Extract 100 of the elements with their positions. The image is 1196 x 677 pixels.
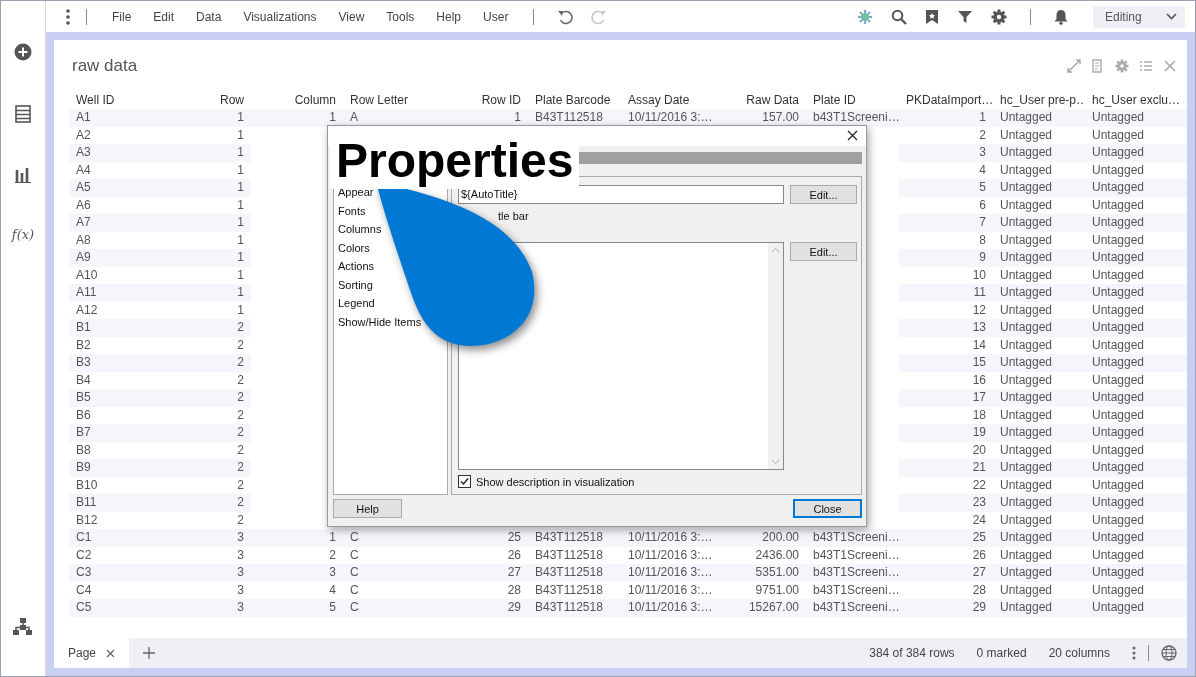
chevron-up-icon (771, 247, 780, 253)
mode-dropdown[interactable]: Editing (1093, 5, 1185, 28)
table-cell: 2 (167, 494, 251, 512)
column-header[interactable]: Plate ID (806, 91, 899, 109)
title-field[interactable]: ${AutoTitle} (458, 185, 784, 204)
checkbox[interactable] (458, 475, 471, 488)
globe-icon[interactable] (1161, 645, 1177, 661)
column-header[interactable]: PKDataImport… (899, 91, 993, 109)
add-icon[interactable] (143, 647, 156, 659)
table-cell: C1 (69, 529, 167, 547)
search-icon[interactable] (891, 8, 907, 25)
edit-button[interactable]: Edit... (790, 185, 857, 204)
table-cell: 2 (167, 389, 251, 407)
table-cell-text: A6 (75, 196, 92, 214)
table-cell: 1 (167, 109, 251, 127)
table-cell: Untagged (993, 424, 1085, 442)
help-button[interactable]: Help (333, 499, 402, 518)
table-cell-text: 1 (236, 301, 245, 319)
page-tab[interactable]: Page (54, 638, 130, 668)
table-cell: B1 (69, 319, 167, 337)
column-header[interactable]: Raw Data (713, 91, 806, 109)
column-header[interactable]: Column (251, 91, 343, 109)
close-button[interactable]: Close (793, 499, 862, 518)
table-cell-text: 26 (971, 546, 987, 564)
undo-icon[interactable] (557, 8, 574, 25)
table-cell-text: 4 (328, 581, 337, 599)
table-cell-text: Untagged (999, 476, 1054, 494)
table-cell: C3 (69, 564, 167, 582)
menu-item[interactable]: File (103, 9, 141, 24)
table-cell: Untagged (1085, 599, 1187, 617)
table-cell: 19 (899, 424, 993, 442)
table-cell-text: B12 (75, 511, 99, 529)
table-cell: B43T112518 (528, 529, 621, 547)
table-cell-text: 14 (971, 336, 987, 354)
bar-chart-icon[interactable] (15, 167, 31, 183)
table-cell-text: B2 (75, 336, 92, 354)
bookmark-icon[interactable] (925, 8, 939, 25)
table-cell: 29 (899, 599, 993, 617)
column-header[interactable]: Row Letter (343, 91, 468, 109)
table-cell: 25 (468, 529, 528, 547)
table-cell-text: 2 (236, 336, 245, 354)
column-header[interactable]: Assay Date (621, 91, 713, 109)
menu-item[interactable]: User (474, 9, 518, 24)
menu-item[interactable]: Edit (144, 9, 184, 24)
table-cell-text: 1 (236, 266, 245, 284)
menu-item[interactable]: Data (187, 9, 231, 24)
settings-icon[interactable] (991, 8, 1007, 25)
table-cell-text: A2 (75, 126, 92, 144)
more-vertical-icon[interactable] (1132, 646, 1136, 660)
table-cell-text: Untagged (999, 126, 1054, 144)
menu-item[interactable]: View (329, 9, 374, 24)
add-icon[interactable] (14, 43, 32, 61)
column-header[interactable]: Plate Barcode (528, 91, 621, 109)
menu-item[interactable]: Help (427, 9, 471, 24)
column-header[interactable]: Row ID (468, 91, 528, 109)
table-cell-text: C (349, 581, 360, 599)
edit-button[interactable]: Edit... (790, 242, 857, 261)
table-cell: 1 (167, 284, 251, 302)
table-cell-text: Untagged (999, 336, 1054, 354)
table-cell: 3 (167, 529, 251, 547)
table-cell: 3 (251, 564, 343, 582)
menu-item[interactable]: Visualizations (234, 9, 326, 24)
table-cell: 21 (899, 459, 993, 477)
close-icon[interactable] (847, 130, 858, 142)
table-icon[interactable] (15, 105, 31, 123)
table-cell-text: 18 (971, 406, 987, 424)
menu-item[interactable]: Tools (377, 9, 424, 24)
table-cell: 3 (899, 144, 993, 162)
table-cell: Untagged (1085, 529, 1187, 547)
column-count: 20 columns (1048, 646, 1110, 660)
table-cell: 27 (899, 564, 993, 582)
table-cell-text: Untagged (1091, 231, 1146, 249)
table-cell: B3 (69, 354, 167, 372)
table-cell-text: 16 (971, 371, 987, 389)
table-cell: Untagged (993, 319, 1085, 337)
table-cell-text: Untagged (1091, 336, 1146, 354)
table-cell: 1 (251, 109, 343, 127)
column-header[interactable]: Well ID (69, 91, 167, 109)
description-field[interactable] (458, 242, 784, 470)
table-cell: 5 (899, 179, 993, 197)
table-cell-text: B10 (75, 476, 99, 494)
notification-bell-icon[interactable] (1054, 8, 1068, 25)
hierarchy-icon[interactable] (13, 618, 33, 636)
table-cell-text: A4 (75, 161, 92, 179)
table-cell: Untagged (1085, 144, 1187, 162)
filter-icon[interactable] (957, 8, 973, 25)
table-cell: Untagged (1085, 109, 1187, 127)
more-vertical-icon[interactable] (66, 8, 70, 25)
table-cell-text: 2 (236, 511, 245, 529)
column-header[interactable]: hc_User pre-p… (993, 91, 1085, 109)
table-cell-text: 1 (236, 231, 245, 249)
table-cell: Untagged (1085, 459, 1187, 477)
sparkle-icon[interactable] (857, 8, 873, 25)
table-cell-text: Untagged (999, 581, 1054, 599)
table-cell-text: B43T112518 (534, 581, 604, 599)
table-cell-text: B6 (75, 406, 92, 424)
column-header[interactable]: Row (167, 91, 251, 109)
formula-button[interactable]: f(x) (11, 227, 35, 242)
column-header[interactable]: hc_User exclu… (1085, 91, 1187, 109)
table-cell-text: Untagged (999, 266, 1054, 284)
